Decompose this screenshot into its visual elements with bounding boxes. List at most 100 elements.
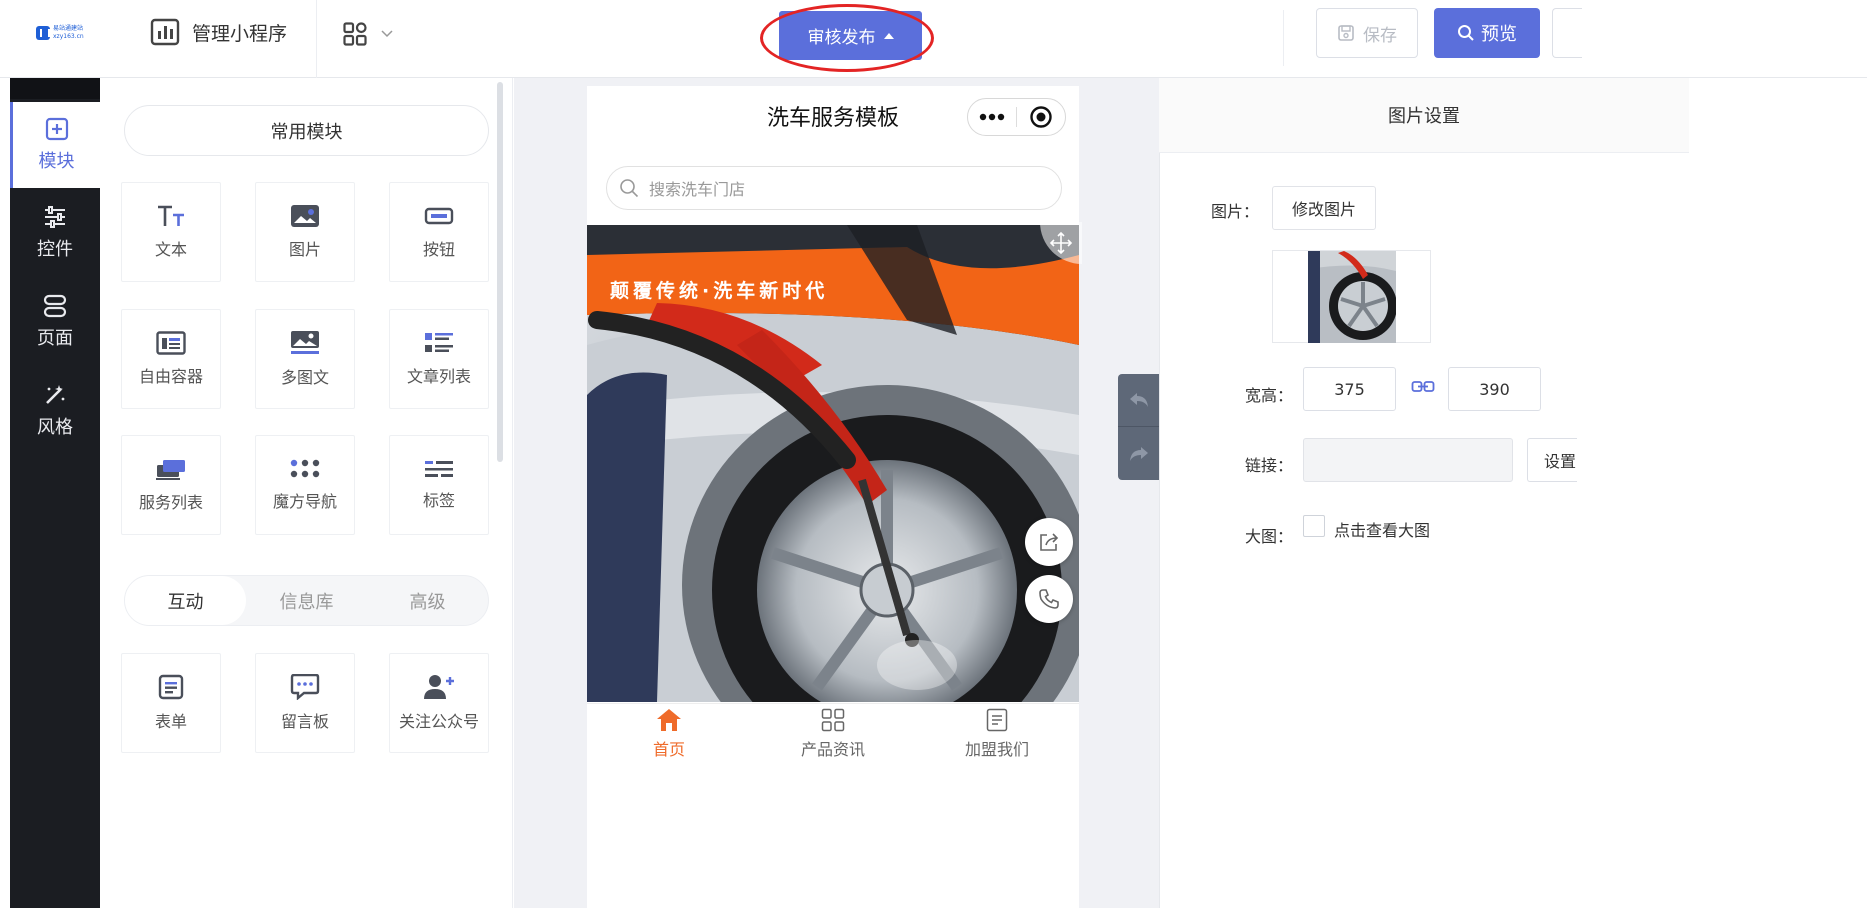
- module-button[interactable]: 按钮: [389, 182, 489, 282]
- message-board-icon: [290, 674, 320, 700]
- tabbar-item-home[interactable]: 首页: [587, 704, 751, 763]
- height-input[interactable]: 390: [1448, 367, 1541, 411]
- image-thumbnail[interactable]: [1272, 250, 1431, 343]
- change-image-button[interactable]: 修改图片: [1272, 186, 1376, 230]
- settings-title: 图片设置: [1159, 78, 1689, 153]
- module-free-container[interactable]: 自由容器: [121, 309, 221, 409]
- image-label: 图片：: [1211, 202, 1260, 221]
- big-image-checkbox[interactable]: [1303, 515, 1325, 537]
- container-icon: [156, 331, 186, 355]
- share-icon: [1040, 533, 1059, 551]
- tab-interactive[interactable]: 互动: [125, 576, 246, 625]
- document-icon: [986, 708, 1008, 731]
- redo-button[interactable]: [1118, 427, 1160, 480]
- nav-label: 模块: [38, 151, 75, 172]
- phone-call-button[interactable]: [1025, 575, 1073, 623]
- image-icon: [291, 205, 319, 227]
- pages-icon: [43, 294, 67, 318]
- module-category-tabs: 互动 信息库 高级: [124, 575, 489, 626]
- banner-slogan: 颠覆传统·洗车新时代: [610, 280, 829, 302]
- left-nav: 模块 控件 页面 风格: [10, 78, 100, 908]
- nav-label: 页面: [37, 328, 73, 349]
- module-message-board[interactable]: 留言板: [255, 653, 355, 753]
- phone-icon: [1039, 589, 1059, 609]
- close-target-icon[interactable]: [1017, 99, 1065, 135]
- chevron-down-icon: [381, 30, 393, 38]
- magic-wand-icon: [46, 385, 65, 404]
- grid-nav-icon: [290, 459, 320, 478]
- module-article-list[interactable]: 文章列表: [389, 309, 489, 409]
- logo-mark-icon: [36, 26, 50, 40]
- link-label: 链接：: [1245, 456, 1294, 475]
- nav-item-controls[interactable]: 控件: [10, 190, 100, 276]
- link-ratio-icon[interactable]: [1411, 380, 1435, 394]
- module-tag[interactable]: 标签: [389, 435, 489, 535]
- preview-label: 预览: [1481, 24, 1517, 45]
- redo-icon: [1130, 446, 1148, 461]
- service-list-icon: [156, 460, 185, 480]
- module-service-list[interactable]: 服务列表: [121, 435, 221, 535]
- undo-button[interactable]: [1118, 374, 1160, 427]
- chart-icon: [150, 18, 180, 46]
- module-grid-nav[interactable]: 魔方导航: [255, 435, 355, 535]
- preview-button[interactable]: 预览: [1434, 8, 1540, 58]
- palette-scrollbar[interactable]: [497, 82, 503, 462]
- link-input[interactable]: [1303, 438, 1513, 482]
- save-icon: [1338, 25, 1354, 41]
- grid-icon: [821, 708, 845, 731]
- plus-square-icon: [45, 117, 68, 141]
- undo-redo-panel: [1118, 374, 1160, 480]
- follow-account-icon: [424, 675, 454, 699]
- share-button[interactable]: [1025, 518, 1073, 566]
- save-label: 保存: [1363, 25, 1397, 46]
- nav-label: 控件: [37, 239, 73, 260]
- module-text[interactable]: 文本: [121, 182, 221, 282]
- divider: [1283, 10, 1284, 66]
- apps-menu[interactable]: [343, 22, 393, 46]
- nav-item-modules[interactable]: 模块: [10, 102, 100, 188]
- brand-logo[interactable]: 易站通建站 xzy163.cn: [36, 22, 86, 44]
- tag-icon: [425, 461, 453, 477]
- miniprogram-capsule: [967, 98, 1066, 136]
- big-image-checkbox-label[interactable]: 点击查看大图: [1334, 517, 1430, 541]
- thumbnail-image: [1307, 250, 1396, 343]
- divider: [316, 0, 317, 78]
- width-input[interactable]: 375: [1303, 367, 1396, 411]
- nav-label: 风格: [37, 417, 73, 438]
- sliders-icon: [45, 206, 65, 228]
- module-multi-image-text[interactable]: 多图文: [255, 309, 355, 409]
- store-search-input[interactable]: 搜索洗车门店: [606, 166, 1062, 210]
- search-icon: [1458, 25, 1474, 41]
- multi-image-text-icon: [291, 331, 319, 354]
- big-image-label: 大图：: [1245, 527, 1294, 546]
- logo-subtext: xzy163.cn: [53, 33, 84, 40]
- more-button[interactable]: [1552, 8, 1582, 58]
- article-list-icon: [425, 333, 453, 352]
- search-placeholder: 搜索洗车门店: [649, 180, 746, 199]
- form-icon: [158, 674, 184, 700]
- tab-advanced[interactable]: 高级: [367, 576, 488, 625]
- tab-info-library[interactable]: 信息库: [246, 576, 367, 625]
- nav-item-style[interactable]: 风格: [10, 368, 100, 454]
- settings-panel: [1159, 78, 1867, 908]
- size-label: 宽高：: [1245, 386, 1294, 405]
- annotation-highlight-circle: [760, 4, 934, 72]
- home-icon: [657, 708, 681, 731]
- text-icon: [158, 205, 184, 226]
- module-form[interactable]: 表单: [121, 653, 221, 753]
- logo-text: 易站通建站: [53, 25, 84, 32]
- nav-item-pages[interactable]: 页面: [10, 279, 100, 365]
- phone-tab-bar: 首页 产品资讯 加盟我们: [587, 703, 1079, 763]
- button-icon: [424, 207, 454, 225]
- manage-label: 管理小程序: [192, 22, 288, 45]
- module-follow-account[interactable]: 关注公众号: [389, 653, 489, 753]
- more-dots-icon[interactable]: [968, 99, 1016, 135]
- common-modules-header[interactable]: 常用模块: [124, 105, 489, 156]
- apps-grid-icon: [343, 22, 367, 46]
- save-button[interactable]: 保存: [1316, 8, 1418, 58]
- link-set-button[interactable]: 设置: [1527, 438, 1577, 482]
- tabbar-item-products[interactable]: 产品资讯: [751, 704, 915, 763]
- tabbar-item-join[interactable]: 加盟我们: [915, 704, 1079, 763]
- module-image[interactable]: 图片: [255, 182, 355, 282]
- manage-miniprogram-link[interactable]: 管理小程序: [150, 18, 287, 46]
